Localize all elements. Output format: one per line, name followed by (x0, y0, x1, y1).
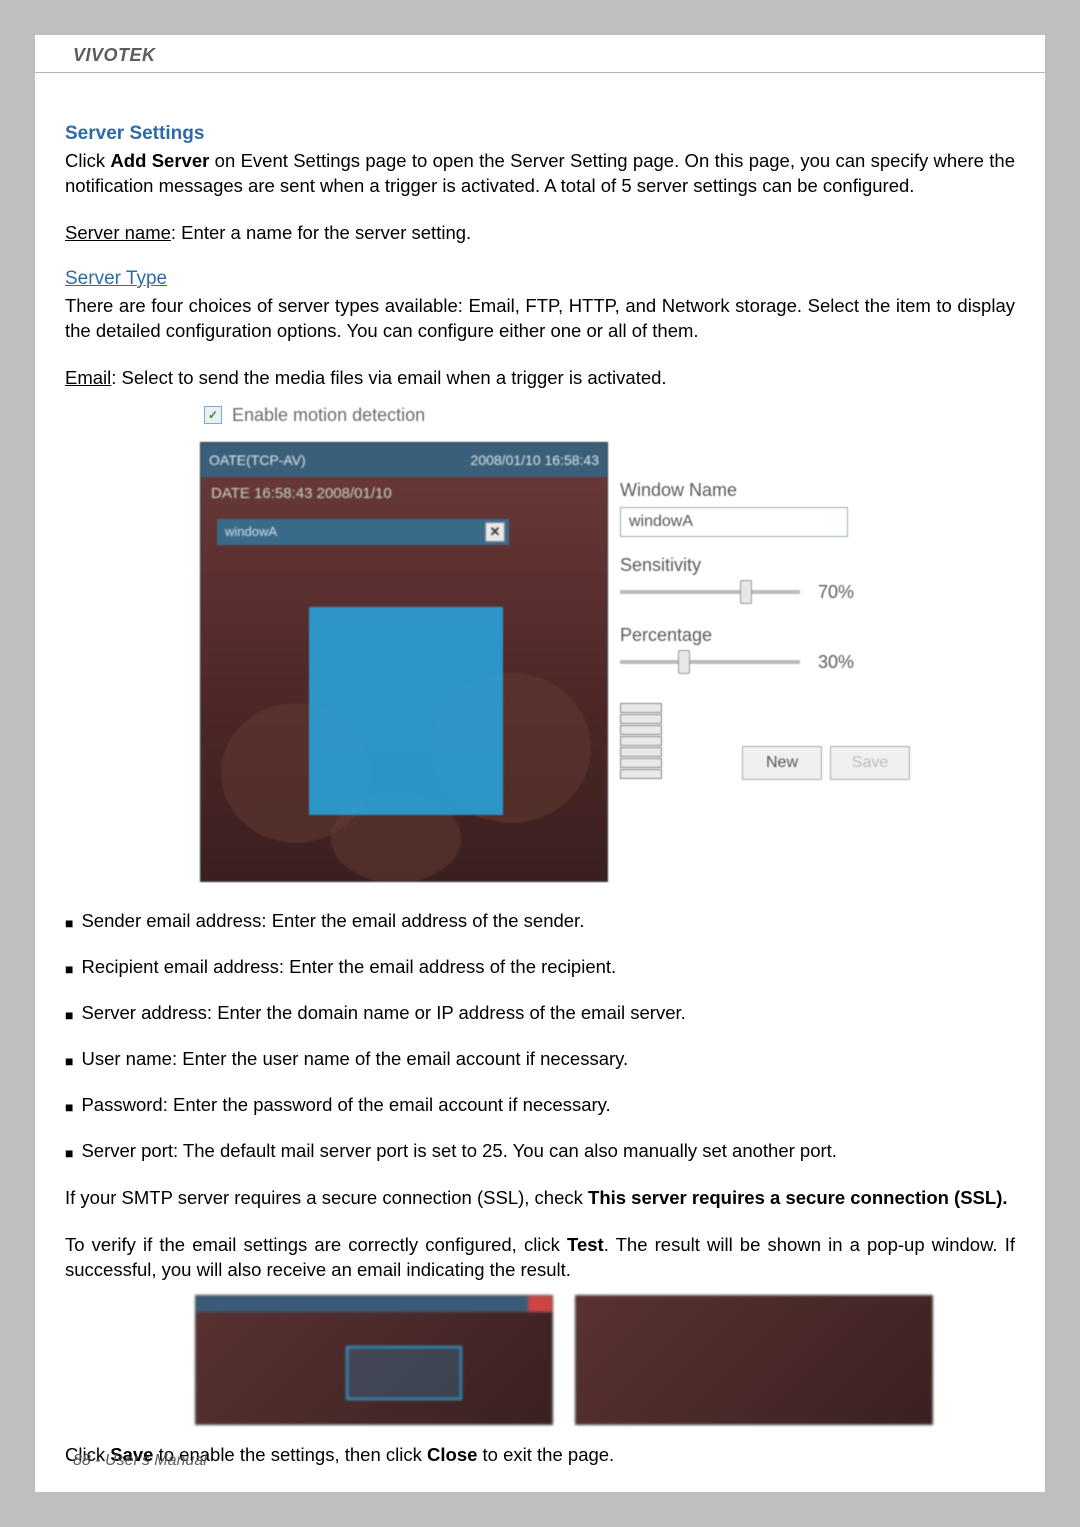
percentage-label: Percentage (620, 625, 920, 646)
servername-paragraph: Server name: Enter a name for the server… (65, 221, 1015, 246)
ssl-paragraph: If your SMTP server requires a secure co… (65, 1186, 1015, 1211)
brand-title: VIVOTEK (73, 45, 156, 65)
percentage-slider[interactable] (620, 660, 800, 664)
verify-paragraph: To verify if the email settings are corr… (65, 1233, 1015, 1283)
server-type-heading: Server Type (65, 268, 1015, 290)
text: : Select to send the media files via ema… (111, 367, 666, 388)
text: to exit the page. (477, 1444, 614, 1465)
enable-motion-label: Enable motion detection (232, 405, 425, 426)
selection-rect[interactable] (309, 607, 503, 815)
motion-detection-screenshot: ✓ Enable motion detection OATE(TCP-AV) 2… (200, 405, 920, 882)
close-bold: Close (427, 1444, 477, 1465)
list-item: ■ Server address: Enter the domain name o… (65, 1002, 1015, 1028)
list-item: ■ User name: Enter the user name of the e… (65, 1048, 1015, 1074)
save-button[interactable]: Save (830, 746, 910, 780)
percentage-value: 30% (818, 652, 854, 673)
percentage-slider-row: 30% (620, 652, 920, 673)
list-item: ■ Password: Enter the password of the ema… (65, 1094, 1015, 1120)
close-icon[interactable]: ✕ (485, 522, 505, 542)
selection-window-header[interactable]: windowA ✕ (217, 519, 509, 545)
thumb-titlebar (196, 1296, 552, 1312)
list-text: Server port: The default mail server por… (81, 1140, 836, 1166)
result-thumb-plain (575, 1295, 933, 1425)
list-item: ■ Recipient email address: Enter the emai… (65, 956, 1015, 982)
list-item: ■ Server port: The default mail server po… (65, 1140, 1015, 1166)
final-paragraph: Click Save to enable the settings, then … (65, 1443, 1015, 1468)
server-name-label: Server name (65, 222, 171, 243)
header-bar: VIVOTEK (35, 35, 1045, 73)
list-text: Server address: Enter the domain name or… (81, 1002, 685, 1028)
sensitivity-value: 70% (818, 582, 854, 603)
list-text: Sender email address: Enter the email ad… (81, 910, 584, 936)
bullet-icon: ■ (65, 1140, 73, 1166)
bullet-icon: ■ (65, 1094, 73, 1120)
preview-time: 2008/01/10 16:58:43 (471, 452, 599, 468)
controls-panel: Window Name Sensitivity 70% Percentage 3… (620, 442, 920, 882)
sensitivity-slider-row: 70% (620, 582, 920, 603)
test-bold: Test (567, 1234, 604, 1255)
email-paragraph: Email: Select to send the media files vi… (65, 366, 1015, 391)
preview-title: OATE(TCP-AV) (209, 452, 306, 468)
bullet-icon: ■ (65, 1048, 73, 1074)
window-name-input[interactable] (620, 507, 848, 537)
footer-page: 88 - User's Manual (73, 1452, 207, 1470)
preview-titlebar: OATE(TCP-AV) 2008/01/10 16:58:43 (201, 443, 607, 477)
new-button[interactable]: New (742, 746, 822, 780)
result-thumbnails (195, 1295, 1015, 1425)
sensitivity-label: Sensitivity (620, 555, 920, 576)
add-server-bold: Add Server (110, 150, 209, 171)
window-name-label: Window Name (620, 480, 920, 501)
text: If your SMTP server requires a secure co… (65, 1187, 588, 1208)
ssl-bold: This server requires a secure connection… (588, 1187, 1007, 1208)
enable-motion-row: ✓ Enable motion detection (204, 405, 920, 426)
bullet-icon: ■ (65, 910, 73, 936)
email-label: Email (65, 367, 111, 388)
preview-overlay: DATE 16:58:43 2008/01/10 (201, 477, 607, 510)
enable-motion-checkbox[interactable]: ✓ (204, 406, 222, 424)
text: To verify if the email settings are corr… (65, 1234, 567, 1255)
bullet-icon: ■ (65, 1002, 73, 1028)
text: Click (65, 150, 110, 171)
thumb-rect (346, 1346, 462, 1400)
intro-paragraph: Click Add Server on Event Settings page … (65, 149, 1015, 199)
motion-row: OATE(TCP-AV) 2008/01/10 16:58:43 DATE 16… (200, 442, 920, 882)
page: VIVOTEK Server Settings Click Add Server… (35, 35, 1045, 1492)
sensitivity-slider[interactable] (620, 590, 800, 594)
video-preview[interactable]: OATE(TCP-AV) 2008/01/10 16:58:43 DATE 16… (200, 442, 608, 882)
section-heading: Server Settings (65, 123, 1015, 145)
button-row: New Save (742, 746, 910, 780)
close-icon[interactable] (528, 1296, 552, 1312)
selection-window-label: windowA (225, 524, 277, 539)
text: : Enter a name for the server setting. (171, 222, 471, 243)
motion-bar-graph (620, 703, 662, 780)
result-thumb-success (195, 1295, 553, 1425)
list-text: Recipient email address: Enter the email… (81, 956, 616, 982)
list-text: Password: Enter the password of the emai… (81, 1094, 610, 1120)
bullet-icon: ■ (65, 956, 73, 982)
content: Server Settings Click Add Server on Even… (35, 73, 1045, 1468)
list-item: ■ Sender email address: Enter the email a… (65, 910, 1015, 936)
servertype-paragraph: There are four choices of server types a… (65, 294, 1015, 344)
list-text: User name: Enter the user name of the em… (81, 1048, 628, 1074)
